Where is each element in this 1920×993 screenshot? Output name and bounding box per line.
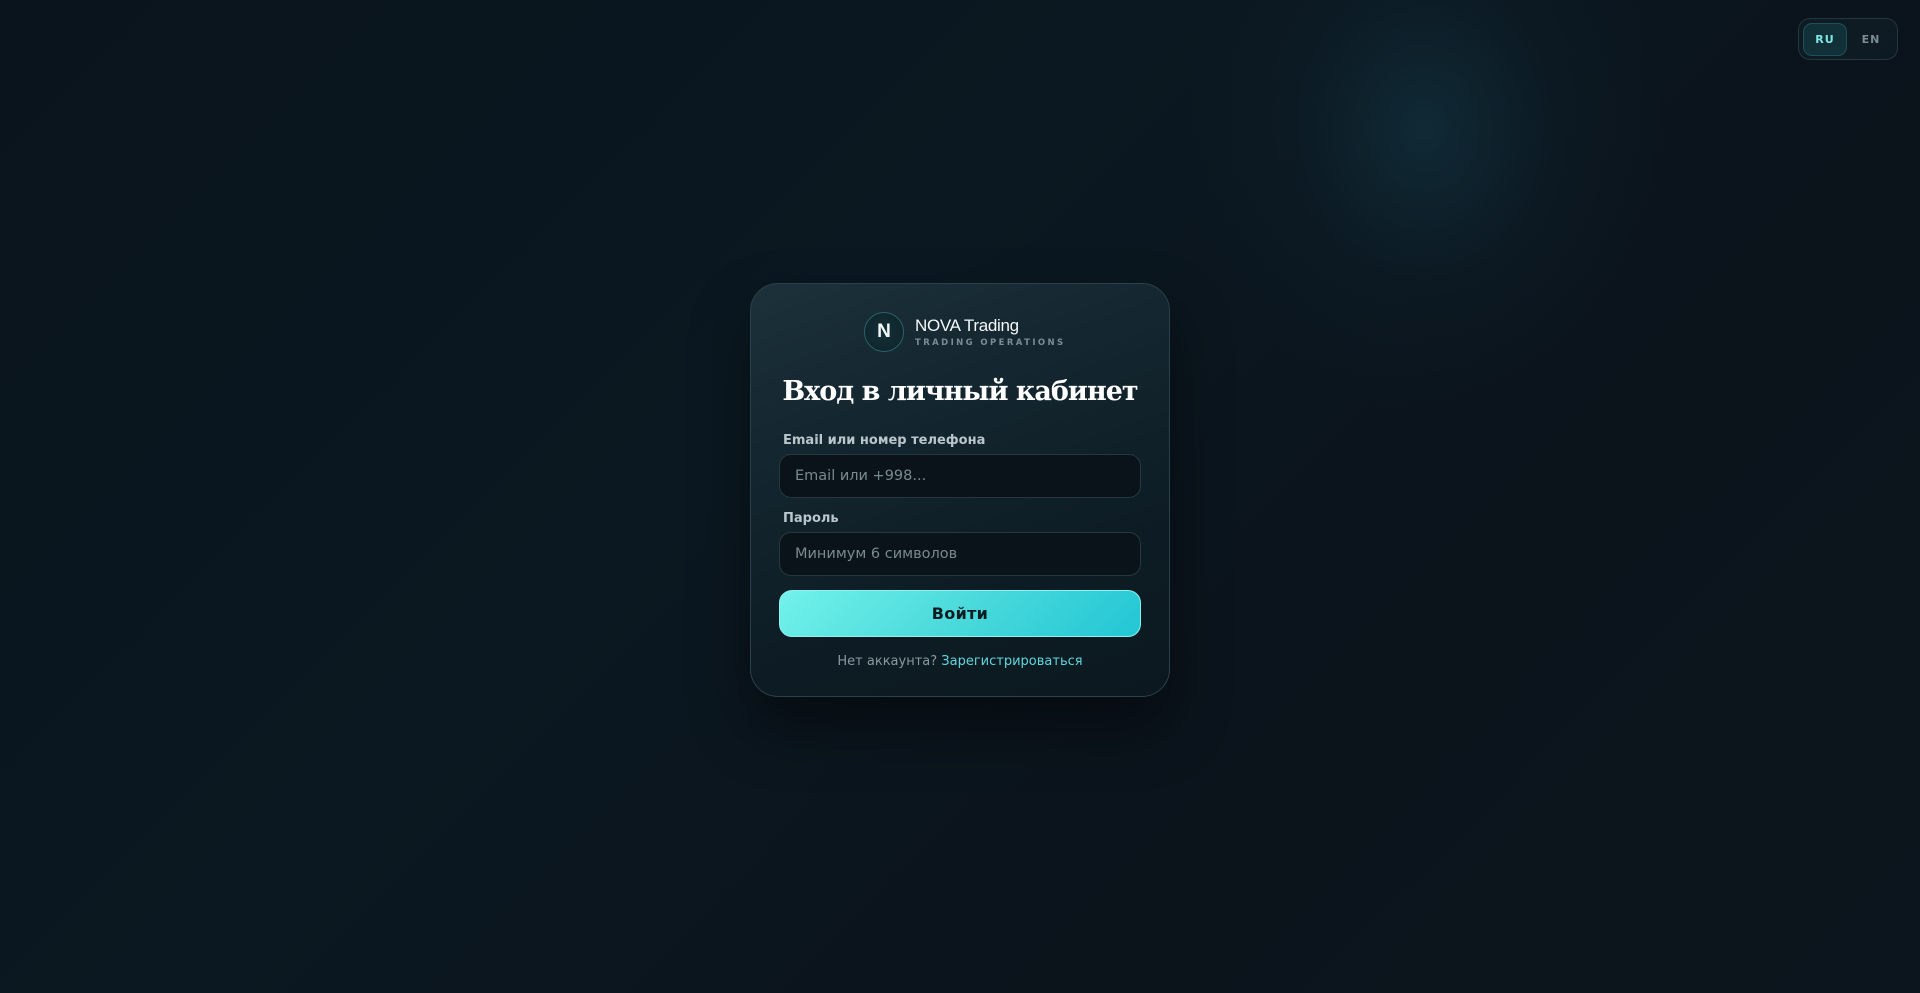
brand-name: NOVA Trading <box>915 316 1019 335</box>
lang-en-button[interactable]: EN <box>1849 23 1893 56</box>
password-input[interactable] <box>779 532 1141 576</box>
language-switcher: RU EN <box>1798 18 1898 60</box>
register-link[interactable]: Зарегистрироваться <box>941 654 1082 669</box>
lang-ru-button[interactable]: RU <box>1803 22 1848 56</box>
page-title: Вход в личный кабинет <box>782 376 1138 407</box>
login-input[interactable] <box>779 454 1141 498</box>
login-button[interactable]: Войти <box>779 590 1141 637</box>
login-field-label: Email или номер телефона <box>783 433 986 448</box>
brand-logo: N <box>864 312 904 352</box>
no-account-text: Нет аккаунта? <box>837 654 938 669</box>
brand-tagline: TRADING OPERATIONS <box>915 338 1066 348</box>
brand: N NOVA Trading TRADING OPERATIONS <box>864 312 1066 352</box>
brand-text: NOVA Trading TRADING OPERATIONS <box>915 316 1066 348</box>
register-prompt: Нет аккаунта? Зарегистрироваться <box>751 654 1169 669</box>
password-field-label: Пароль <box>783 511 839 526</box>
login-card: N NOVA Trading TRADING OPERATIONS Вход в… <box>750 283 1170 697</box>
